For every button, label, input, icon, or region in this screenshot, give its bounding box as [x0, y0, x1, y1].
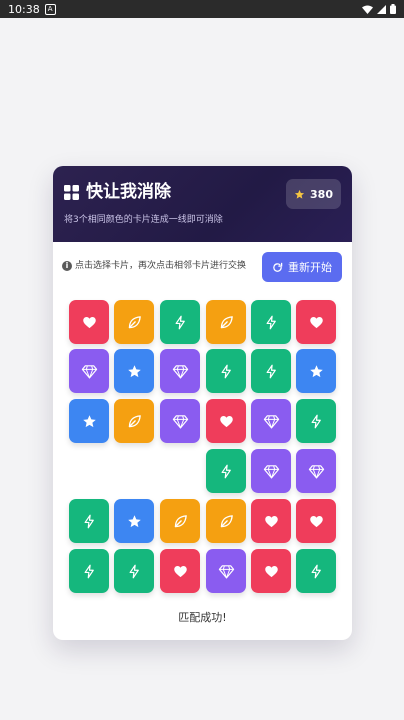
diamond-icon	[172, 414, 188, 428]
diamond-icon	[81, 364, 97, 378]
bolt-icon	[129, 564, 139, 578]
star-icon	[309, 364, 323, 377]
tile-bolt[interactable]	[114, 549, 154, 593]
tile-leaf[interactable]	[114, 300, 154, 344]
tile-diamond[interactable]	[160, 399, 200, 443]
tile-bolt[interactable]	[296, 399, 336, 443]
game-card: 快让我消除 将3个相同颜色的卡片连成一线即可消除 380 i 点击选择卡片，再次…	[53, 166, 352, 640]
tile-leaf[interactable]	[160, 499, 200, 543]
heart-icon	[173, 565, 187, 577]
heart-icon	[309, 515, 323, 527]
leaf-icon	[128, 414, 141, 427]
tile-heart[interactable]	[206, 399, 246, 443]
star-icon	[127, 364, 141, 377]
heart-icon	[309, 316, 323, 328]
bolt-icon	[266, 364, 276, 378]
tile-heart[interactable]	[251, 549, 291, 593]
tile-diamond[interactable]	[251, 399, 291, 443]
tile-bolt[interactable]	[69, 499, 109, 543]
bolt-icon	[84, 514, 94, 528]
bolt-icon	[175, 315, 185, 329]
status-bar: 10:38 A	[0, 0, 404, 18]
heart-icon	[219, 415, 233, 427]
heart-icon	[264, 565, 278, 577]
star-icon	[127, 514, 141, 527]
bolt-icon	[266, 315, 276, 329]
bolt-icon	[221, 464, 231, 478]
diamond-icon	[263, 464, 279, 478]
wifi-icon	[362, 5, 373, 14]
bolt-icon	[311, 564, 321, 578]
diamond-icon	[263, 414, 279, 428]
game-board	[53, 166, 352, 640]
tile-leaf[interactable]	[206, 300, 246, 344]
leaf-icon	[128, 315, 141, 328]
diamond-icon	[308, 464, 324, 478]
tile-bolt[interactable]	[296, 549, 336, 593]
tile-bolt[interactable]	[251, 300, 291, 344]
signal-icon	[377, 4, 386, 14]
bolt-icon	[84, 564, 94, 578]
tile-heart[interactable]	[296, 499, 336, 543]
bolt-icon	[311, 414, 321, 428]
diamond-icon	[218, 564, 234, 578]
tile-bolt[interactable]	[160, 300, 200, 344]
leaf-icon	[220, 315, 233, 328]
status-message: 匹配成功!	[178, 611, 227, 624]
tile-star[interactable]	[114, 499, 154, 543]
tile-star[interactable]	[69, 399, 109, 443]
tile-bolt[interactable]	[69, 549, 109, 593]
tile-leaf[interactable]	[114, 399, 154, 443]
tile-heart[interactable]	[160, 549, 200, 593]
tile-diamond[interactable]	[69, 349, 109, 393]
tile-bolt[interactable]	[206, 449, 246, 493]
tile-diamond[interactable]	[206, 549, 246, 593]
clock: 10:38	[8, 2, 40, 16]
tile-diamond[interactable]	[251, 449, 291, 493]
tile-star[interactable]	[114, 349, 154, 393]
heart-icon	[82, 316, 96, 328]
tile-star[interactable]	[296, 349, 336, 393]
tile-diamond[interactable]	[160, 349, 200, 393]
tile-heart[interactable]	[296, 300, 336, 344]
tile-heart[interactable]	[69, 300, 109, 344]
tile-diamond[interactable]	[296, 449, 336, 493]
tile-leaf[interactable]	[206, 499, 246, 543]
battery-icon	[390, 4, 396, 14]
diamond-icon	[172, 364, 188, 378]
leaf-icon	[220, 514, 233, 527]
star-icon	[82, 414, 96, 427]
tile-heart[interactable]	[251, 499, 291, 543]
tile-bolt[interactable]	[251, 349, 291, 393]
heart-icon	[264, 515, 278, 527]
bolt-icon	[221, 364, 231, 378]
leaf-icon	[174, 514, 187, 527]
notification-icon: A	[44, 3, 56, 15]
tile-bolt[interactable]	[206, 349, 246, 393]
